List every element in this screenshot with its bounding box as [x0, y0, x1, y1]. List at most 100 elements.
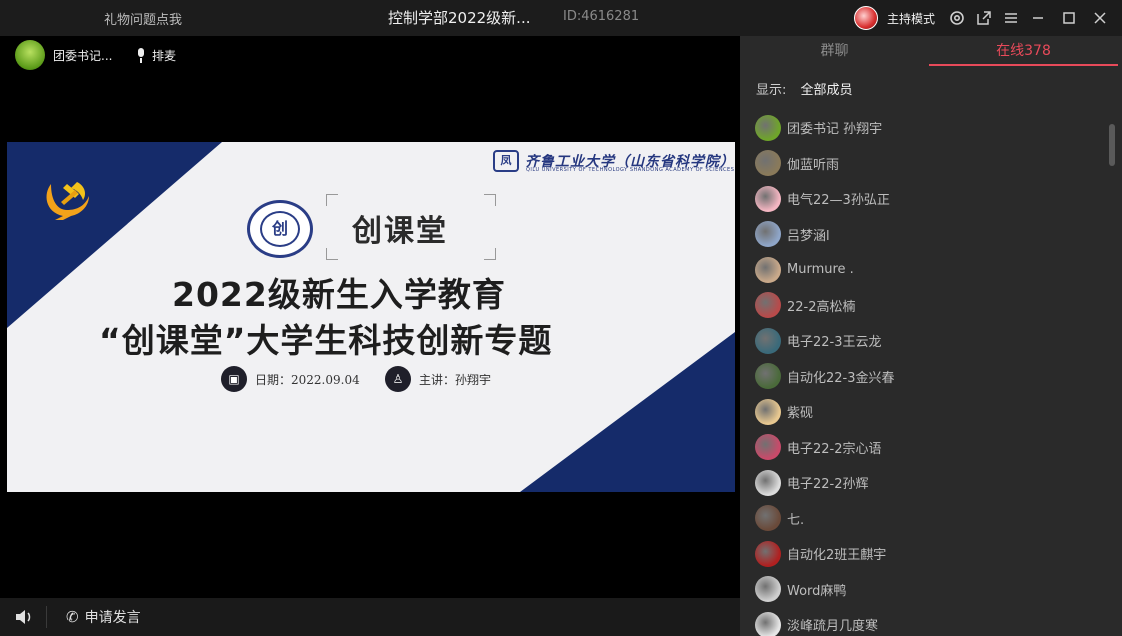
member-avatar [755, 611, 781, 636]
member-name: 自动化2班王麒宇 [787, 548, 887, 564]
slide-date: ▣ 日期：2022.09.04 [221, 366, 360, 392]
university-seal: 凤 [493, 150, 519, 172]
menu-icon[interactable] [1002, 9, 1020, 27]
microphone-icon [136, 47, 146, 64]
member-avatar [755, 327, 781, 354]
member-list-item[interactable]: 自动化22-3金兴春 [755, 359, 1095, 395]
bottom-toolbar: ✆ 申请发言 [0, 598, 740, 636]
member-name: Murmure . [787, 262, 854, 278]
member-list-item[interactable]: Word麻鸭 [755, 572, 1095, 608]
host-mode-button[interactable]: 主持模式 [887, 10, 935, 27]
member-avatar [755, 292, 781, 319]
member-list-item[interactable]: 电子22-2孙辉 [755, 465, 1095, 501]
host-avatar[interactable] [854, 6, 878, 30]
member-name: 淡峰疏月几度寒 [787, 619, 879, 635]
apply-speak-button[interactable]: ✆ 申请发言 [66, 607, 141, 627]
member-avatar [755, 185, 781, 212]
gift-help-link[interactable]: 礼物问题点我 [104, 9, 182, 28]
school-badge-mark: 创 [260, 211, 300, 247]
member-name: 伽蓝听雨 [787, 157, 840, 173]
title-bar: 礼物问题点我 控制学部2022级新... ID:4616281 主持模式 [0, 0, 1122, 36]
member-avatar [755, 150, 781, 177]
member-name: 22-2高松楠 [787, 299, 856, 315]
member-avatar [755, 398, 781, 425]
member-avatar [755, 505, 781, 532]
volume-icon[interactable] [14, 608, 34, 626]
member-name: 紫砚 [787, 406, 814, 422]
room-id: ID:4616281 [563, 9, 640, 24]
slide-heading-2: “创课堂”大学生科技创新专题 [99, 321, 553, 360]
queue-label: 排麦 [152, 49, 177, 63]
filter-label: 显示: [756, 83, 787, 98]
member-filter[interactable]: 显示: 全部成员 [756, 79, 853, 98]
member-list-item[interactable]: 伽蓝听雨 [755, 146, 1095, 182]
presenter-info[interactable]: 团委书记... [15, 40, 112, 70]
slide-speaker-text: 主讲：孙翔宇 [419, 372, 492, 387]
tab-group-chat[interactable]: 群聊 [740, 36, 929, 66]
filter-value: 全部成员 [800, 83, 853, 98]
member-list-item[interactable]: 淡峰疏月几度寒 [755, 607, 1095, 636]
member-name: 电子22-3王云龙 [787, 335, 882, 351]
member-avatar [755, 434, 781, 461]
toolbar-divider [46, 606, 47, 628]
party-emblem-icon [46, 182, 89, 220]
slide-date-text: 日期：2022.09.04 [255, 372, 360, 387]
member-avatar [755, 576, 781, 603]
member-name: 团委书记 孙翔宇 [787, 122, 883, 138]
room-title: 控制学部2022级新... [388, 9, 531, 27]
frame-corner [326, 194, 338, 206]
university-logo: 凤 齐鲁工业大学（山东省科学院） QILU UNIVERSITY OF TECH… [493, 150, 735, 173]
member-list-item[interactable]: 七. [755, 501, 1095, 537]
course-name: 创课堂 [352, 214, 448, 249]
slide-heading-1: 2022级新生入学教育 [172, 275, 506, 314]
member-list-scrollbar[interactable] [1109, 124, 1115, 166]
member-list-item[interactable]: 电气22—3孙弘正 [755, 181, 1095, 217]
university-subtitle: QILU UNIVERSITY OF TECHNOLOGY SHANDONG A… [526, 167, 735, 173]
member-name: 吕梦涵l [787, 228, 830, 244]
frame-corner [484, 248, 496, 260]
member-avatar [755, 114, 781, 141]
calendar-icon: ▣ [221, 366, 247, 392]
tab-online-members[interactable]: 在线378 [929, 36, 1118, 66]
maximize-icon[interactable] [1060, 9, 1078, 27]
member-avatar [755, 540, 781, 567]
presenter-avatar [15, 40, 45, 70]
school-badge: 创 [247, 200, 313, 258]
member-list: 团委书记 孙翔宇 伽蓝听雨电气22—3孙弘正 吕梦涵l Murmure . 22-2高松… [755, 110, 1095, 636]
settings-icon[interactable] [948, 9, 966, 27]
member-list-item[interactable]: 电子22-3王云龙 [755, 323, 1095, 359]
member-name: 电气22—3孙弘正 [787, 193, 890, 209]
speaker-icon: ♙ [385, 366, 411, 392]
queue-button[interactable]: 排麦 [136, 47, 176, 64]
member-name: 自动化22-3金兴春 [787, 370, 895, 386]
slide-speaker: ♙ 主讲：孙翔宇 [385, 366, 491, 392]
member-list-item[interactable]: Murmure . [755, 252, 1095, 288]
minimize-icon[interactable] [1029, 9, 1047, 27]
member-name: 电子22-2宗心语 [787, 441, 882, 457]
member-name: 七. [787, 512, 805, 528]
member-list-item[interactable]: 吕梦涵l [755, 217, 1095, 253]
member-list-item[interactable]: 紫砚 [755, 394, 1095, 430]
apply-speak-label: 申请发言 [84, 610, 141, 626]
member-avatar [755, 363, 781, 390]
member-avatar [755, 469, 781, 496]
video-stage: 团委书记... 排麦 凤 齐鲁工业大学（山东省科学院） QILU UNIVERS… [0, 36, 740, 598]
member-name: Word麻鸭 [787, 583, 847, 599]
member-avatar [755, 221, 781, 248]
popout-icon[interactable] [975, 9, 993, 27]
course-title-frame: 创课堂 [326, 194, 496, 260]
presenter-name: 团委书记... [53, 48, 113, 63]
member-list-item[interactable]: 自动化2班王麒宇 [755, 536, 1095, 572]
frame-corner [484, 194, 496, 206]
presentation-slide: 凤 齐鲁工业大学（山东省科学院） QILU UNIVERSITY OF TECH… [7, 142, 735, 492]
member-list-item[interactable]: 电子22-2宗心语 [755, 430, 1095, 466]
phone-icon: ✆ [66, 608, 79, 626]
member-list-item[interactable]: 团委书记 孙翔宇 [755, 110, 1095, 146]
side-tabs: 群聊 在线378 [740, 36, 1118, 66]
close-icon[interactable] [1091, 9, 1109, 27]
member-avatar [755, 256, 781, 283]
app-window: 礼物问题点我 控制学部2022级新... ID:4616281 主持模式 团委书… [0, 0, 1122, 636]
member-list-item[interactable]: 22-2高松楠 [755, 288, 1095, 324]
member-name: 电子22-2孙辉 [787, 477, 869, 493]
frame-corner [326, 248, 338, 260]
